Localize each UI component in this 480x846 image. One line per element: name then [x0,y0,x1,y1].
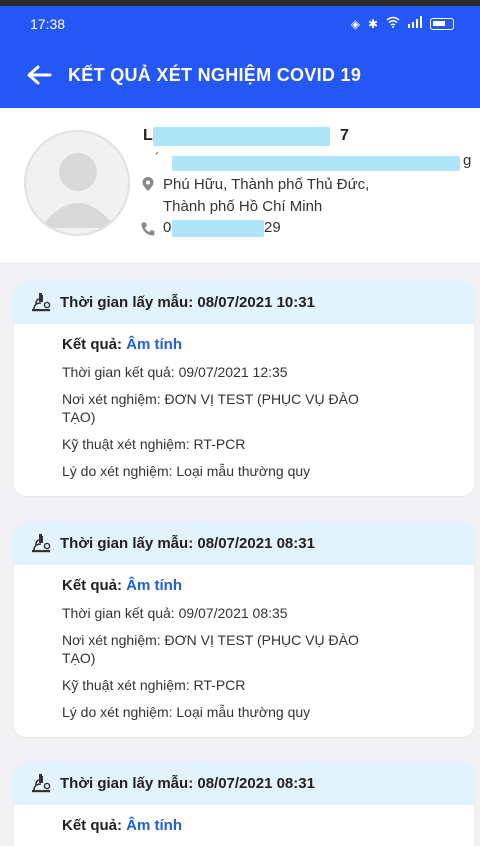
result-time: Thời gian kết quả: 09/07/2021 12:35 [62,364,288,380]
microscope-icon [30,533,52,553]
card-header: Thời gian lấy mẫu: 08/07/2021 10:31 [14,280,474,324]
battery-icon [430,17,454,30]
signal-icon [408,16,422,31]
phone-end: 29 [264,219,281,236]
profile-card: L 7 ´ g Phú Hữu, Thành phố Thủ Đức, Thàn… [0,108,480,262]
avatar-placeholder-icon [24,130,130,236]
address-line-2: Thành phố Hồ Chí Minh [163,198,323,215]
bluetooth-icon: ✱ [367,16,378,31]
name-redaction [153,127,330,146]
sample-time: Thời gian lấy mẫu: 08/07/2021 10:31 [60,293,315,311]
app-bar: 17:38 ◈ ✱ KẾT QUẢ XÉT NGHIỆM COVID 19 [0,6,480,108]
result-row: Kết quả: Âm tính [62,336,182,353]
page-title: KẾT QUẢ XÉT NGHIỆM COVID 19 [68,64,362,85]
vibrate-icon: ◈ [350,16,360,31]
card-header: Thời gian lấy mẫu: 08/07/2021 08:31 [14,761,474,805]
test-reason: Lý do xét nghiệm: Loại mẫu thường quy [62,704,311,720]
status-icons: ◈ ✱ [351,16,454,31]
info-redaction [172,156,460,171]
test-technique: Kỹ thuật xét nghiệm: RT-PCR [62,677,246,693]
test-location: Nơi xét nghiệm: ĐƠN VỊ TEST (PHỤC VỤ ĐÀO… [62,632,359,666]
phone-start: 0 [163,219,172,236]
sample-time: Thời gian lấy mẫu: 08/07/2021 08:31 [60,774,315,792]
status-bar: 17:38 ◈ ✱ [0,6,480,40]
test-technique: Kỹ thuật xét nghiệm: RT-PCR [62,436,246,452]
profile-name-start: L [143,127,153,144]
result-row: Kết quả: Âm tính [62,817,182,834]
location-pin-icon [141,176,155,197]
result-value: Âm tính [126,336,182,353]
card-header: Thời gian lấy mẫu: 08/07/2021 08:31 [14,521,474,565]
microscope-icon [30,292,52,312]
result-row: Kết quả: Âm tính [62,577,182,594]
test-result-card[interactable]: Thời gian lấy mẫu: 08/07/2021 08:31 Kết … [14,761,474,846]
phone-redaction [172,220,264,237]
result-value: Âm tính [126,817,182,834]
status-time: 17:38 [30,16,66,32]
result-time: Thời gian kết quả: 09/07/2021 08:35 [62,605,288,621]
back-arrow-icon[interactable] [24,60,54,90]
test-location: Nơi xét nghiệm: ĐƠN VỊ TEST (PHỤC VỤ ĐÀO… [62,391,359,425]
test-reason: Lý do xét nghiệm: Loại mẫu thường quy [62,463,311,479]
profile-address: Phú Hữu, Thành phố Thủ Đức, Thành phố Hồ… [163,174,453,218]
microscope-icon [30,773,52,793]
result-value: Âm tính [126,577,182,594]
profile-line2-end: g [463,152,472,169]
sample-time: Thời gian lấy mẫu: 08/07/2021 08:31 [60,534,315,552]
card-body: Kết quả: Âm tính [14,805,474,835]
test-result-card[interactable]: Thời gian lấy mẫu: 08/07/2021 10:31 Kết … [14,280,474,496]
title-bar: KẾT QUẢ XÉT NGHIỆM COVID 19 [0,58,480,92]
phone-icon [140,221,156,242]
address-line-1: Phú Hữu, Thành phố Thủ Đức, [163,176,370,193]
test-result-card[interactable]: Thời gian lấy mẫu: 08/07/2021 08:31 Kết … [14,521,474,737]
profile-name-end: 7 [340,127,349,144]
card-body: Kết quả: Âm tính Thời gian kết quả: 09/0… [14,324,474,480]
card-body: Kết quả: Âm tính Thời gian kết quả: 09/0… [14,565,474,721]
wifi-icon [386,16,400,31]
